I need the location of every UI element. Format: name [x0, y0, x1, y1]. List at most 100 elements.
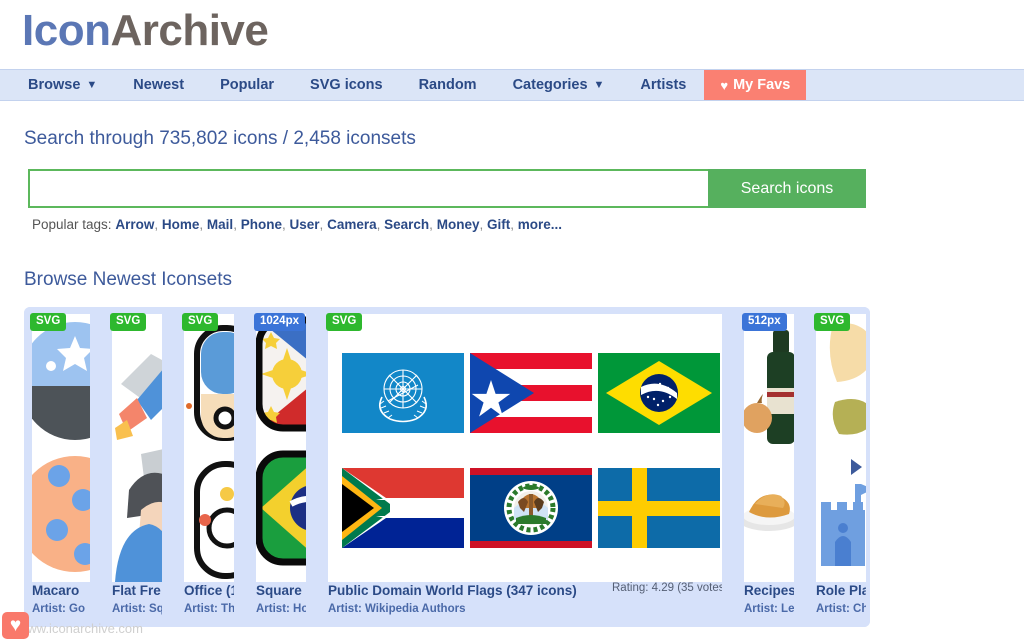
iconset-title: Macaro	[32, 583, 80, 598]
recipes-art-icon	[744, 314, 794, 582]
iconset-artist: Artist: Hop	[256, 603, 306, 615]
site-watermark: www.iconarchive.com	[18, 621, 143, 636]
tag-link-camera[interactable]: Camera	[327, 217, 377, 232]
search-row: Search icons	[28, 169, 866, 208]
flag-grid	[328, 314, 722, 582]
format-badge-svg: SVG	[814, 313, 851, 331]
nav-item-random[interactable]: Random	[401, 70, 495, 100]
tag-link-user[interactable]: User	[290, 217, 320, 232]
iconset-thumbnail	[112, 314, 162, 582]
main-navigation: Browse ▼ Newest Popular SVG icons Random…	[0, 69, 1024, 101]
iconset-title: Office (1	[184, 583, 234, 598]
iconset-thumbnail	[328, 314, 722, 582]
nav-item-popular[interactable]: Popular	[202, 70, 292, 100]
iconset-title: Square	[256, 583, 302, 598]
popular-tags: Popular tags: Arrow, Home, Mail, Phone, …	[32, 217, 563, 232]
iconset-artist: Artist: Squ	[112, 603, 162, 615]
heart-icon: ♥	[720, 77, 729, 93]
nav-item-categories[interactable]: Categories ▼	[495, 70, 623, 100]
heart-icon: ♥	[9, 615, 22, 636]
iconset-artist: Artist: Wikipedia Authors	[328, 603, 466, 615]
role-playing-art-icon	[816, 314, 866, 582]
page-root: IconArchive Browse ▼ Newest Popular SVG …	[0, 0, 1024, 639]
nav-item-my-favs-label: My Favs	[733, 77, 791, 93]
tag-link-search[interactable]: Search	[384, 217, 429, 232]
search-input[interactable]	[28, 169, 708, 208]
rocket-art-icon	[112, 314, 162, 582]
format-badge-svg: SVG	[326, 313, 363, 331]
tag-link-gift[interactable]: Gift	[487, 217, 510, 232]
iconset-thumbnail	[744, 314, 794, 582]
size-badge-1024px: 1024px	[254, 313, 306, 331]
iconset-rating: Rating: 4.29 (35 votes)	[612, 582, 722, 594]
usb-stick-art-icon	[184, 314, 234, 582]
iconset-title: Recipes	[744, 583, 794, 598]
tag-link-home[interactable]: Home	[162, 217, 200, 232]
flag-united-nations	[342, 352, 464, 433]
iconset-artist: Artist: Len	[744, 603, 794, 615]
iconset-card-office[interactable]: SVG Office (1 Artist: Th	[176, 307, 242, 627]
tag-link-money[interactable]: Money	[437, 217, 480, 232]
logo-text-icon: Icon	[22, 6, 111, 55]
square-flags-art-icon	[256, 314, 306, 582]
tag-link-more[interactable]: more...	[518, 217, 562, 232]
nav-item-my-favs[interactable]: ♥ My Favs	[704, 70, 807, 100]
nav-item-svg-icons-label: SVG icons	[310, 77, 383, 93]
iconset-thumbnail	[184, 314, 234, 582]
format-badge-svg: SVG	[30, 313, 67, 331]
nav-item-browse[interactable]: Browse ▼	[0, 70, 115, 100]
iconset-artist: Artist: Tha	[184, 603, 234, 615]
tag-link-mail[interactable]: Mail	[207, 217, 233, 232]
iconset-card-square-flags[interactable]: 1024px Square Artist: Ho	[248, 307, 314, 627]
iconset-meta: Recipes Artist: Len	[744, 581, 794, 619]
flag-brazil	[598, 352, 720, 433]
nav-item-svg-icons[interactable]: SVG icons	[292, 70, 401, 100]
carousel-track: SVG Macaro Artist: Go SVG Flat Fre Artis…	[24, 307, 870, 627]
nav-item-random-label: Random	[418, 77, 477, 93]
iconset-meta: Flat Fre Artist: Squ	[112, 581, 162, 619]
iconset-thumbnail	[32, 314, 90, 582]
chevron-down-icon: ▼	[593, 78, 605, 91]
iconset-card-public-domain-world-flags[interactable]: SVG Public Domain World Flags (347 icons…	[320, 307, 730, 627]
site-logo[interactable]: IconArchive	[22, 5, 269, 57]
iconset-thumbnail	[256, 314, 306, 582]
iconset-meta: Role Pla Artist: Cha	[816, 581, 866, 619]
macaron-art-icon	[32, 322, 90, 572]
iconset-meta: Macaro Artist: Go	[32, 581, 90, 619]
iconset-thumbnail	[816, 314, 866, 582]
nav-item-newest[interactable]: Newest	[115, 70, 202, 100]
nav-item-browse-label: Browse	[28, 77, 81, 93]
iconset-title: Flat Fre	[112, 583, 161, 598]
iconset-carousel[interactable]: SVG Macaro Artist: Go SVG Flat Fre Artis…	[24, 307, 870, 627]
popular-tags-label: Popular tags:	[32, 217, 112, 232]
flag-sweden	[598, 467, 720, 548]
iconset-artist: Artist: Go	[32, 603, 86, 615]
format-badge-svg: SVG	[182, 313, 219, 331]
carousel-next-arrow-icon[interactable]	[851, 459, 862, 475]
browse-heading: Browse Newest Iconsets	[24, 269, 233, 290]
flag-puerto-rico	[470, 352, 592, 433]
iconset-card-flat-freebies[interactable]: SVG Flat Fre Artist: Sq	[104, 307, 170, 627]
iconset-meta: Office (1 Artist: Tha	[184, 581, 234, 619]
iconset-artist: Artist: Cha	[816, 603, 866, 615]
iconset-meta: Public Domain World Flags (347 icons) Ar…	[328, 581, 722, 619]
flag-south-africa	[342, 467, 464, 548]
iconset-card-recipes[interactable]: 512px Recipes Artist: Le	[736, 307, 802, 627]
nav-item-artists-label: Artists	[640, 77, 687, 93]
nav-item-artists[interactable]: Artists	[622, 70, 704, 100]
nav-item-categories-label: Categories	[512, 77, 588, 93]
flag-belize	[470, 467, 592, 548]
search-button[interactable]: Search icons	[708, 169, 866, 208]
search-heading: Search through 735,802 icons / 2,458 ico…	[24, 128, 416, 149]
chevron-down-icon: ▼	[86, 78, 98, 91]
iconset-title: Role Pla	[816, 583, 866, 598]
favorite-heart-badge[interactable]: ♥	[2, 612, 29, 639]
size-badge-512px: 512px	[742, 313, 787, 331]
logo-text-archive: Archive	[110, 6, 269, 55]
tag-link-phone[interactable]: Phone	[241, 217, 282, 232]
format-badge-svg: SVG	[110, 313, 147, 331]
iconset-meta: Square Artist: Hop	[256, 581, 306, 619]
iconset-card-macaron[interactable]: SVG Macaro Artist: Go	[24, 307, 98, 627]
tag-link-arrow[interactable]: Arrow	[115, 217, 154, 232]
nav-item-newest-label: Newest	[133, 77, 185, 93]
